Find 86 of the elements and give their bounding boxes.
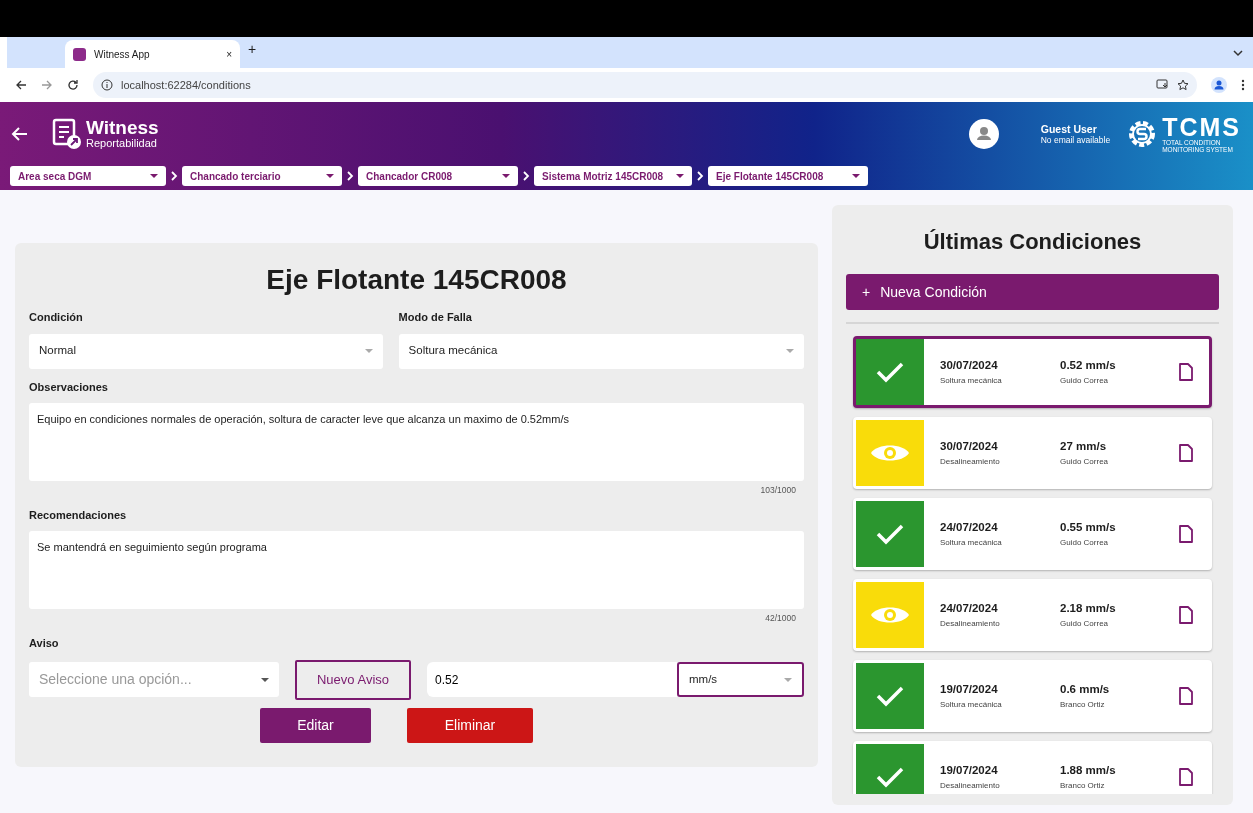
failure-mode: Desalineamiento (940, 455, 1001, 468)
condition-card[interactable]: 30/07/2024 Desalineamiento 27 mm/s Guido Correa (853, 417, 1212, 489)
logo-text: TCMS (1162, 115, 1241, 140)
condition-date: 19/07/2024 (940, 763, 999, 779)
inspector-name: Guido Correa (1060, 455, 1110, 468)
failure-mode: Soltura mecánica (940, 536, 1003, 549)
document-icon[interactable] (1179, 606, 1193, 624)
browser-tab[interactable]: Witness App × (65, 40, 240, 68)
breadcrumb-select[interactable]: Eje Flotante 145CR008 (708, 166, 868, 186)
report-logo-icon (52, 118, 82, 150)
field-label: Recomendaciones (29, 507, 128, 523)
failure-mode-select[interactable]: Soltura mecánica (398, 333, 804, 369)
inspector-name: Branco Ortiz (1060, 779, 1106, 792)
condition-date: 30/07/2024 (940, 358, 999, 374)
field-label: Observaciones (29, 379, 109, 395)
app-subtitle: Reportabilidad (86, 137, 158, 150)
field-label: Condición (29, 310, 84, 325)
condition-date: 24/07/2024 (940, 601, 999, 617)
failure-mode: Desalineamiento (940, 779, 1001, 792)
recommendations-field[interactable]: Se mantendrá en seguimiento según programa (29, 531, 804, 610)
condition-value: 2.18 mm/s (1060, 601, 1117, 617)
condition-value: 27 mm/s (1060, 439, 1108, 455)
star-icon[interactable] (1177, 79, 1189, 91)
user-email: No email available (1040, 135, 1111, 146)
failure-mode: Soltura mecánica (940, 698, 1003, 711)
chevron-icon (346, 171, 354, 181)
amount-field[interactable]: 0.52 (427, 662, 677, 697)
char-counter: 42/1000 (764, 612, 797, 625)
delete-button[interactable]: Eliminar (407, 707, 533, 743)
document-icon[interactable] (1179, 444, 1193, 462)
tab-title: Witness App (94, 47, 151, 62)
breadcrumb-select[interactable]: Chancador CR008 (358, 166, 518, 186)
document-icon[interactable] (1179, 768, 1193, 786)
condition-value: 0.52 mm/s (1060, 358, 1117, 374)
reload-icon[interactable] (67, 79, 79, 91)
condition-date: 19/07/2024 (940, 682, 999, 698)
address-bar[interactable]: localhost:62284/conditions (93, 72, 1197, 98)
user-name: Guest User (1040, 122, 1098, 136)
condition-date: 30/07/2024 (940, 439, 999, 455)
condition-card[interactable]: 24/07/2024 Desalineamiento 2.18 mm/s Guido Correa (853, 579, 1212, 651)
document-icon[interactable] (1179, 525, 1193, 543)
unit-select[interactable]: mm/s (677, 662, 804, 697)
new-condition-button[interactable]: + Nueva Condición (846, 274, 1219, 310)
chevron-icon (170, 171, 178, 181)
inspector-name: Guido Correa (1060, 374, 1110, 387)
condition-value: 0.55 mm/s (1060, 520, 1117, 536)
document-icon[interactable] (1179, 363, 1193, 381)
back-arrow-icon[interactable] (10, 126, 28, 142)
inspector-name: Guido Correa (1060, 536, 1110, 549)
back-icon[interactable] (15, 79, 27, 91)
breadcrumb-select[interactable]: Chancado terciario (182, 166, 342, 186)
condition-value: 1.88 mm/s (1060, 763, 1117, 779)
breadcrumb-select[interactable]: Area seca DGM (10, 166, 166, 186)
inspector-name: Branco Ortiz (1060, 698, 1106, 711)
condition-card[interactable]: 19/07/2024 Desalineamiento 1.88 mm/s Branco Ortiz (853, 741, 1212, 794)
field-label: Modo de Falla (398, 310, 473, 325)
failure-mode: Soltura mecánica (940, 374, 1003, 387)
new-tab-button[interactable]: + (248, 39, 257, 60)
app-name: Witness (86, 118, 159, 138)
breadcrumb-select[interactable]: Sistema Motriz 145CR008 (534, 166, 692, 186)
new-notice-button[interactable]: Nuevo Aviso (295, 659, 411, 700)
condition-select[interactable]: Normal (29, 333, 383, 369)
forward-icon[interactable] (41, 79, 53, 91)
char-counter: 103/1000 (759, 484, 797, 497)
equipment-title: Eje Flotante 145CR008 (265, 263, 568, 297)
condition-card[interactable]: 24/07/2024 Soltura mecánica 0.55 mm/s Guido Correa (853, 498, 1212, 570)
condition-card[interactable]: 30/07/2024 Soltura mecánica 0.52 mm/s Guido Correa (853, 336, 1212, 408)
field-label: Aviso (29, 636, 60, 651)
chevron-icon (696, 171, 704, 181)
document-icon[interactable] (1179, 687, 1193, 705)
profile-icon[interactable] (1211, 77, 1227, 93)
avatar-icon[interactable] (968, 119, 999, 149)
inspector-name: Guido Correa (1060, 617, 1110, 630)
condition-value: 0.6 mm/s (1060, 682, 1111, 698)
edit-button[interactable]: Editar (260, 707, 371, 743)
failure-mode: Desalineamiento (940, 617, 1001, 630)
close-tab-button[interactable]: × (226, 46, 232, 62)
observations-field[interactable]: Equipo en condiciones normales de operación, soltura de caracter leve que alcanza un maximo de 0.52mm/s (29, 403, 804, 481)
install-icon[interactable] (1156, 79, 1169, 91)
chevron-icon (522, 171, 530, 181)
menu-icon[interactable] (1241, 79, 1245, 91)
condition-card[interactable]: 19/07/2024 Soltura mecánica 0.6 mm/s Branco Ortiz (853, 660, 1212, 732)
info-icon (101, 79, 113, 91)
condition-date: 24/07/2024 (940, 520, 999, 536)
panel-title: Últimas Condiciones (922, 228, 1143, 256)
app-icon (73, 47, 86, 61)
